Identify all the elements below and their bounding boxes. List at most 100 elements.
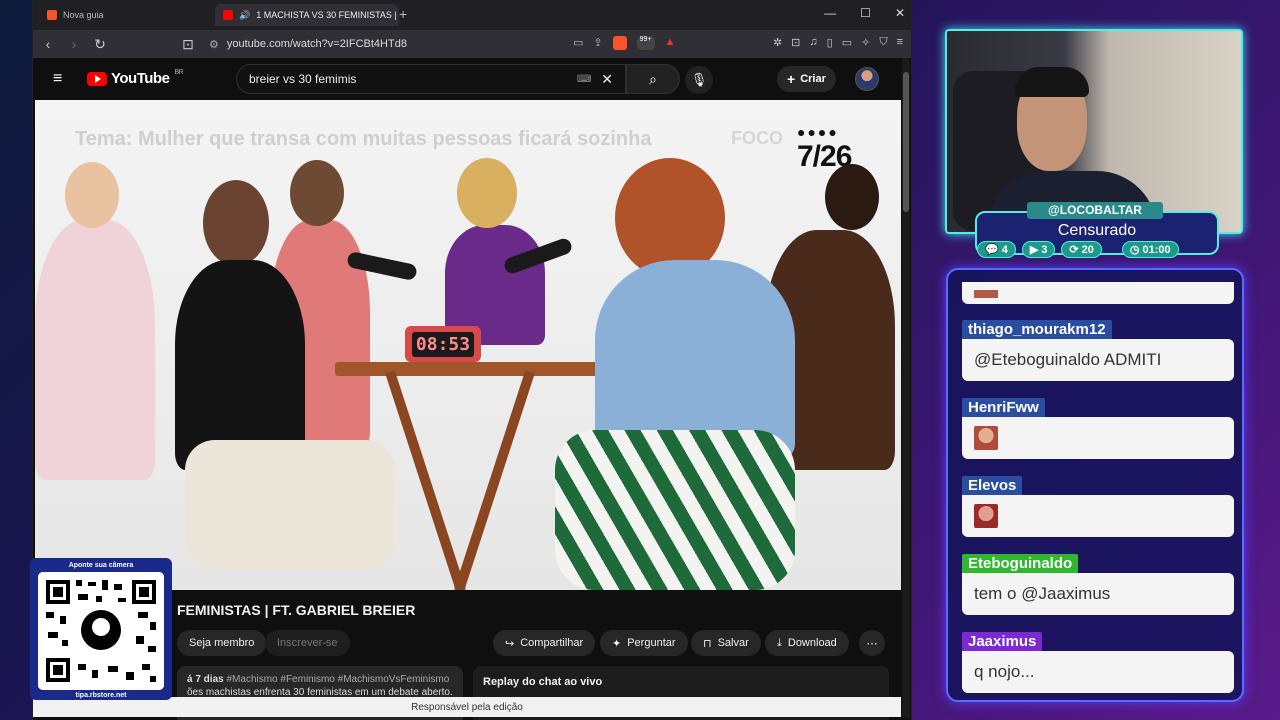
youtube-header: ≡ YouTube BR breier vs 30 femimis ⌨ ✕ ⌕ … [33,58,911,100]
emote-image [974,426,998,450]
music-icon[interactable]: ♫ [809,36,817,49]
screenshot-icon[interactable]: ⊡ [791,36,800,49]
subscribe-button[interactable]: Inscrever-se [265,630,350,656]
chat-text [962,495,1234,537]
chat-text: tem o @Jaaximus [962,573,1234,615]
qr-code [38,572,164,690]
chat-message-partial [962,282,1234,304]
person-head [825,164,879,230]
stat-video: ▶ 3 [1021,241,1056,258]
video-icon: ▶ [1029,244,1039,256]
leo-icon[interactable]: ✧ [861,36,870,49]
new-tab-button[interactable]: + [399,6,407,22]
site-info-icon[interactable]: ⚙ [209,38,219,51]
download-label: Download [787,637,837,649]
download-button[interactable]: ⤓ Download [765,630,849,656]
tab-new[interactable]: Nova guia [39,4,209,26]
vpn-icon[interactable]: ⛉ [879,36,887,49]
more-icon: ⋯ [866,637,878,650]
logo-text: YouTube [111,70,170,87]
avatar[interactable] [855,67,879,91]
keyboard-icon[interactable]: ⌨ [577,74,591,85]
stat-value: 20 [1081,243,1094,256]
back-icon[interactable]: ‹ [41,36,55,52]
share-button[interactable]: ↪ Compartilhar [493,630,596,656]
bookmark-icon[interactable]: ⊡ [181,36,195,53]
tab-strip: Nova guia 🔊 1 MACHISTA VS 30 FEMINISTAS … [33,0,911,30]
qr-caption: Aponte sua câmera [68,562,134,569]
share-label: Compartilhar [520,637,584,649]
youtube-logo[interactable]: YouTube BR [87,69,184,87]
person-figure [175,260,305,470]
video-player[interactable]: Tema: Mulher que transa com muitas pesso… [35,100,901,590]
video-title: FEMINISTAS | FT. GABRIEL BREIER [177,602,416,618]
maximize-button[interactable]: ☐ [860,6,871,20]
bookmark-icon: ⊓ [703,637,712,650]
person-head [203,180,269,266]
join-button[interactable]: Seja membro [177,630,267,656]
chat-message: Jaaximus q nojo... [962,632,1234,693]
rewards-icon[interactable]: ▲ [665,36,676,50]
brave-shields-icon[interactable] [612,36,627,50]
join-label: Seja membro [189,637,255,649]
download-icon: ⤓ [777,636,782,649]
chat-message: Elevos [962,476,1234,537]
clear-search-icon[interactable]: ✕ [601,71,613,88]
speaker-icon: 🔊 [239,9,251,20]
chat-message: thiago_mourakm12 @Eteboguinaldo ADMITI [962,320,1234,381]
search-value: breier vs 30 femimis [249,72,357,86]
stat-value: 4 [1001,243,1008,256]
save-button[interactable]: ⊓ Salvar [691,630,761,656]
emote-image [974,504,998,528]
youtube-icon [223,10,233,20]
window-controls: — ☐ ✕ [824,6,905,20]
share-icon[interactable]: ⇪ [593,36,602,50]
create-button[interactable]: + Criar [777,66,836,92]
scrollbar-thumb[interactable] [903,72,909,212]
minimize-button[interactable]: — [824,6,836,20]
ask-button[interactable]: ✦ Perguntar [600,630,688,656]
brave-badge: 99+ [636,36,655,50]
close-window-button[interactable]: ✕ [895,6,905,20]
chat-username: Eteboguinaldo [962,554,1079,573]
chat-text [962,417,1234,459]
share-icon: ↪ [505,637,515,650]
forward-icon[interactable]: › [67,36,81,52]
search-button[interactable]: ⌕ [626,64,680,94]
tab-youtube[interactable]: 🔊 1 MACHISTA VS 30 FEMINISTAS | FT ✕ [215,4,399,26]
video-brand-watermark: FOCO [731,128,783,148]
sync-icon: ⟳ [1069,244,1079,256]
streamer-status: Censurado [1057,222,1137,239]
extensions-icon[interactable]: ✲ [773,36,782,49]
streamer-hair [1015,67,1089,97]
video-topic-overlay: Tema: Mulher que transa com muitas pesso… [75,128,652,150]
menu-icon[interactable]: ≡ [897,36,903,49]
wallet-icon[interactable]: ▭ [842,36,852,49]
ask-label: Perguntar [627,637,676,649]
toolbar-icons: ✲ ⊡ ♫ ▯ ▭ ✧ ⛉ ≡ [773,36,903,49]
search-input[interactable]: breier vs 30 femimis ⌨ ✕ [236,64,626,94]
chat-username: HenriFww [962,398,1045,417]
voice-search-button[interactable]: 🎙 [685,66,713,94]
stream-stats: 💬 4 ▶ 3 ⟳ 20 ◷ 01:00 [977,241,1179,258]
hamburger-menu-icon[interactable]: ≡ [53,70,62,88]
sparkle-icon: ✦ [612,637,622,650]
page-scrollbar[interactable] [902,58,910,718]
person-figure [185,440,395,570]
reload-icon[interactable]: ↻ [93,36,107,53]
cast-icon[interactable]: ▭ [573,36,583,50]
plus-icon: + [787,71,796,87]
footer-bar: Responsável pela edição [33,697,901,717]
microphone-icon: 🎙 [690,72,708,87]
stat-value: 3 [1041,243,1048,256]
region-code: BR [174,69,184,76]
sidebar-icon[interactable]: ▯ [827,36,833,49]
chat-icon: 💬 [985,244,999,256]
person-head [457,158,517,228]
tab-label: Nova guia [63,10,104,20]
stat-timer: ◷ 01:00 [1121,241,1179,258]
url-text: youtube.com/watch?v=2IFCBt4HTd8 [226,38,407,50]
debate-timer: 08:53 [405,326,481,362]
hashtags[interactable]: #Machismo #Feminismo #MachismoVsFeminism… [226,674,449,685]
more-actions-button[interactable]: ⋯ [859,630,885,656]
